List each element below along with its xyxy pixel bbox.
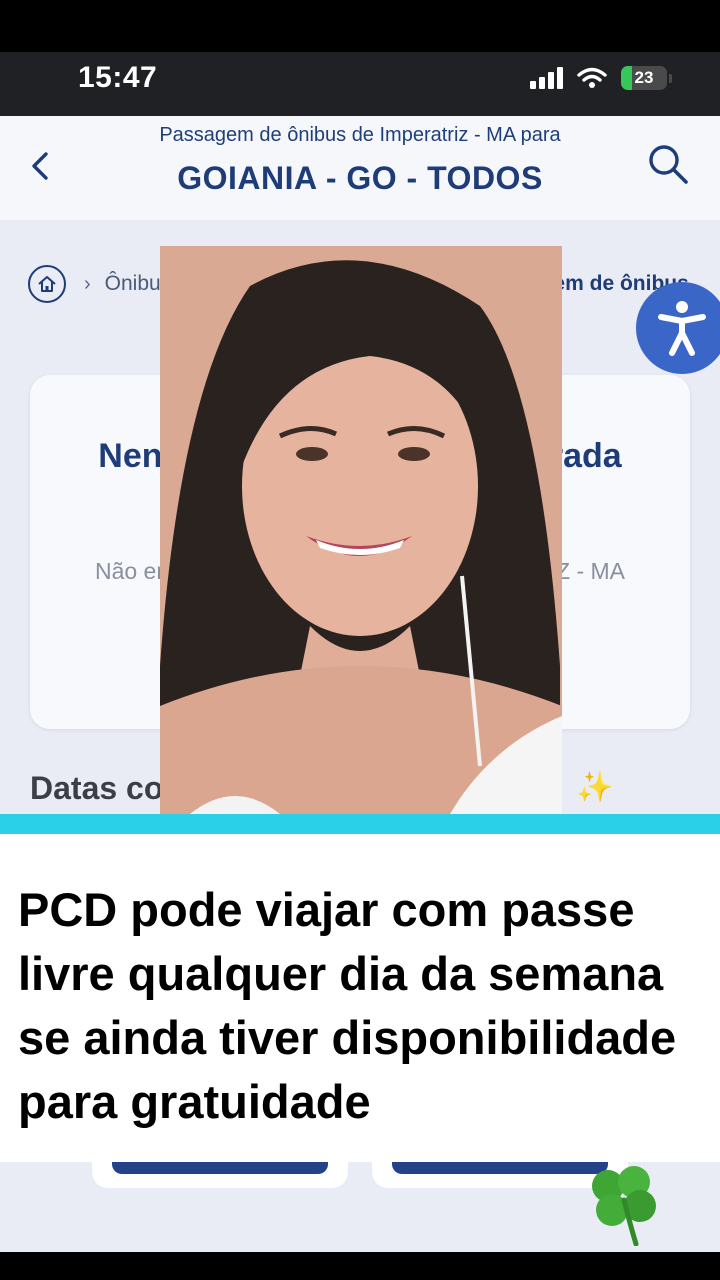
status-icons: 23 bbox=[530, 66, 672, 90]
date-option-button[interactable] bbox=[92, 1162, 348, 1188]
battery-level: 23 bbox=[634, 68, 654, 87]
accessibility-button[interactable] bbox=[636, 282, 720, 374]
caption-text: PCD pode viajar com passe livre qualquer… bbox=[18, 883, 677, 1128]
sparkles-icon: ✨ bbox=[576, 771, 614, 804]
battery-charging-icon: 23 bbox=[621, 66, 672, 90]
accessibility-icon bbox=[658, 301, 706, 356]
woman-talking-video-overlay bbox=[160, 246, 562, 814]
home-icon[interactable] bbox=[28, 265, 66, 303]
caption-box: PCD pode viajar com passe livre qualquer… bbox=[0, 834, 720, 1162]
bottom-black-bar bbox=[0, 1252, 720, 1280]
status-bar: 15:47 23 bbox=[0, 52, 720, 116]
app-header: Passagem de ônibus de Imperatriz - MA pa… bbox=[0, 116, 720, 220]
cellular-signal-icon bbox=[530, 67, 563, 89]
app-screen: Passagem de ônibus de Imperatriz - MA pa… bbox=[0, 116, 720, 1252]
top-black-bar bbox=[0, 0, 720, 52]
caption-accent-bar bbox=[0, 814, 720, 834]
chevron-right-icon: › bbox=[84, 272, 91, 295]
header-subtitle: Passagem de ônibus de Imperatriz - MA pa… bbox=[159, 124, 561, 146]
wifi-icon bbox=[577, 67, 607, 88]
search-icon[interactable] bbox=[646, 142, 690, 186]
four-leaf-clover-sticker bbox=[592, 1166, 656, 1246]
page-title: GOIANIA - GO - TODOS bbox=[177, 160, 543, 196]
status-time: 15:47 bbox=[78, 61, 158, 94]
